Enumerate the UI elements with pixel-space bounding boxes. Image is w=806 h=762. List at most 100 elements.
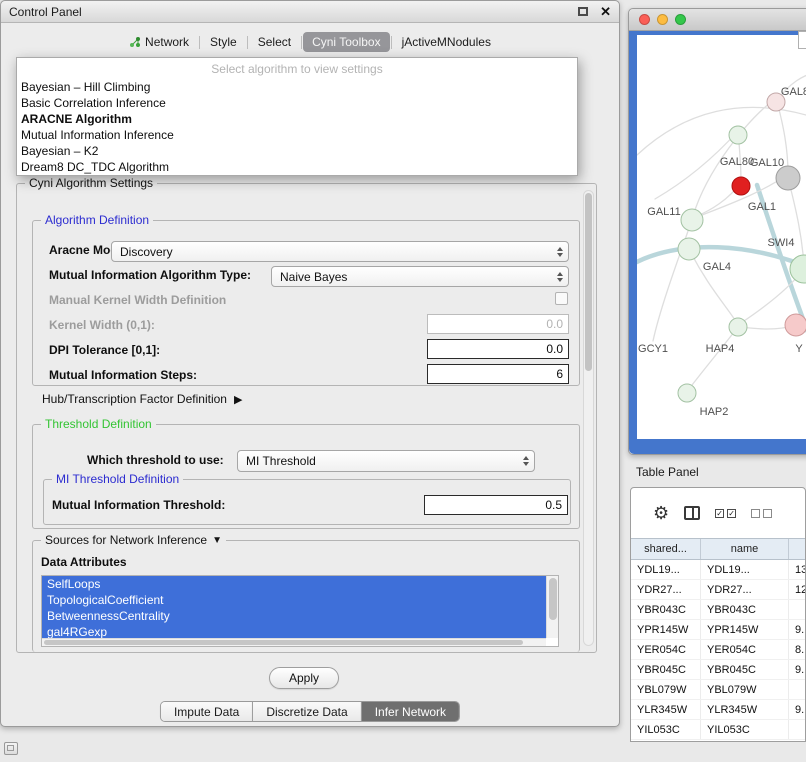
table-row[interactable]: YLR345WYLR345W9. (631, 700, 805, 720)
table-cell: 13 (789, 560, 805, 579)
mi-threshold-group: MI Threshold Definition Mutual Informati… (43, 479, 571, 525)
table-cell: 9. (789, 700, 805, 719)
sources-group: Sources for Network Inference ▼ Data Att… (32, 540, 580, 652)
table-row[interactable]: YPR145WYPR145W9. (631, 620, 805, 640)
aracne-mode-select[interactable]: Discovery (111, 241, 569, 262)
network-node-label: GAL8 (781, 86, 806, 98)
table-row[interactable]: YDL19...YDL19...13 (631, 560, 805, 580)
mi-threshold-field[interactable]: 0.5 (424, 495, 568, 515)
traffic-light-close-icon[interactable] (639, 14, 650, 25)
table-row[interactable]: YBR045CYBR045C9. (631, 660, 805, 680)
mi-type-value: Naive Bayes (280, 270, 557, 284)
network-canvas-svg[interactable]: GAL8GAL80GAL10GAL11GAL1SWI4GAL4GCY1HAP4Y… (637, 35, 806, 439)
kernel-width-label: Kernel Width (0,1): (49, 318, 155, 332)
desktop-corner-icon[interactable] (4, 742, 18, 755)
mi-type-select[interactable]: Naive Bayes (271, 266, 569, 287)
settings-scrollbar-thumb[interactable] (585, 193, 592, 371)
traffic-light-minimize-icon[interactable] (657, 14, 668, 25)
table-cell: YLR345W (701, 700, 789, 719)
list-vertical-scrollbar[interactable] (546, 576, 558, 638)
tab-network[interactable]: Network (120, 32, 198, 52)
bottom-tab-infer-network[interactable]: Infer Network (361, 702, 459, 721)
network-scrollbar-fragment[interactable] (798, 31, 806, 49)
deselect-all-columns-icon[interactable] (751, 509, 772, 518)
mi-steps-field[interactable]: 6 (427, 364, 569, 384)
bottom-tab-discretize-data[interactable]: Discretize Data (252, 702, 360, 721)
table-cell (789, 600, 805, 619)
network-node[interactable] (729, 126, 747, 144)
expanded-arrow-icon[interactable]: ▼ (212, 535, 222, 546)
network-node[interactable] (776, 166, 800, 190)
network-node-label: GAL11 (647, 206, 680, 218)
settings-scrollbar[interactable] (583, 190, 594, 646)
data-attribute-item[interactable]: SelfLoops (42, 576, 546, 592)
table-cell: YLR345W (631, 700, 701, 719)
bottom-tab-impute-data[interactable]: Impute Data (161, 702, 252, 721)
list-horizontal-thumb[interactable] (44, 640, 523, 645)
table-column-header[interactable]: name (701, 539, 789, 559)
control-panel-titlebar[interactable]: Control Panel ✕ (1, 1, 619, 23)
data-attributes-list[interactable]: SelfLoopsTopologicalCoefficientBetweenne… (41, 575, 559, 647)
network-canvas[interactable]: GAL8GAL80GAL10GAL11GAL1SWI4GAL4GCY1HAP4Y… (637, 35, 806, 439)
data-attribute-item[interactable]: TopologicalCoefficient (42, 592, 546, 608)
network-node-label: GAL10 (750, 157, 784, 169)
table-row[interactable]: YBL079WYBL079W (631, 680, 805, 700)
table-row[interactable]: YER054CYER054C8. (631, 640, 805, 660)
network-node[interactable] (729, 318, 747, 336)
select-all-columns-icon[interactable]: ✓ ✓ (715, 509, 736, 518)
tab-cyni-toolbox[interactable]: Cyni Toolbox (303, 32, 389, 52)
manual-kernel-checkbox[interactable] (555, 292, 568, 305)
network-node[interactable] (785, 314, 806, 336)
close-icon[interactable]: ✕ (600, 5, 611, 18)
tab-label: Style (210, 35, 237, 49)
table-cell: YDR27... (631, 580, 701, 599)
list-vertical-thumb[interactable] (549, 578, 557, 620)
float-window-icon[interactable] (578, 7, 588, 16)
columns-icon[interactable] (684, 506, 700, 520)
algorithm-popup-item[interactable]: Bayesian – Hill Climbing (17, 79, 577, 95)
algorithm-popup-item[interactable]: Mutual Information Inference (17, 127, 577, 143)
which-threshold-select[interactable]: MI Threshold (237, 450, 535, 472)
network-node[interactable] (678, 384, 696, 402)
window-title: Control Panel (9, 5, 578, 19)
table-cell: YBL079W (701, 680, 789, 699)
tab-select[interactable]: Select (249, 32, 300, 52)
algorithm-popup-item[interactable]: Dream8 DC_TDC Algorithm (17, 159, 577, 175)
traffic-light-zoom-icon[interactable] (675, 14, 686, 25)
tab-label: Cyni Toolbox (312, 35, 380, 49)
data-attribute-item[interactable]: BetweennessCentrality (42, 608, 546, 624)
hub-definition-toggle[interactable]: Hub/Transcription Factor Definition ▶ (42, 392, 242, 406)
algorithm-popup-item[interactable]: Basic Correlation Inference (17, 95, 577, 111)
network-edge[interactable] (689, 327, 738, 389)
table-cell: YBR043C (701, 600, 789, 619)
apply-button[interactable]: Apply (269, 667, 339, 689)
settings-group-title: Cyni Algorithm Settings (25, 176, 157, 190)
threshold-definition-title: Threshold Definition (41, 417, 156, 431)
which-threshold-value: MI Threshold (246, 454, 523, 468)
network-window-titlebar[interactable] (629, 9, 806, 31)
algorithm-popup-item[interactable]: Bayesian – K2 (17, 143, 577, 159)
network-node[interactable] (678, 238, 700, 260)
tab-separator (199, 36, 200, 49)
kernel-width-field[interactable]: 0.0 (427, 314, 569, 334)
table-cell: YPR145W (631, 620, 701, 639)
tab-label: Select (258, 35, 291, 49)
tab-label: Network (145, 35, 189, 49)
table-row[interactable]: YBR043CYBR043C (631, 600, 805, 620)
gear-icon[interactable]: ⚙ (653, 503, 669, 524)
table-row[interactable]: YDR27...YDR27...12 (631, 580, 805, 600)
dpi-tolerance-label: DPI Tolerance [0,1]: (49, 343, 160, 357)
table-column-header[interactable]: shared... (631, 539, 701, 559)
tab-style[interactable]: Style (201, 32, 246, 52)
table-column-header[interactable] (789, 539, 805, 559)
tab-jactivemnodules[interactable]: jActiveMNodules (393, 32, 500, 52)
network-node[interactable] (681, 209, 703, 231)
algorithm-popup-item[interactable]: ARACNE Algorithm (17, 111, 577, 127)
network-edge[interactable] (788, 178, 804, 265)
dpi-tolerance-field[interactable]: 0.0 (427, 339, 569, 359)
network-node[interactable] (732, 177, 750, 195)
table-row[interactable]: YIL053CYIL053C (631, 720, 805, 740)
network-node-label: GAL4 (703, 261, 731, 273)
list-horizontal-scrollbar[interactable] (42, 638, 546, 646)
sources-title-text: Sources for Network Inference (45, 533, 207, 547)
